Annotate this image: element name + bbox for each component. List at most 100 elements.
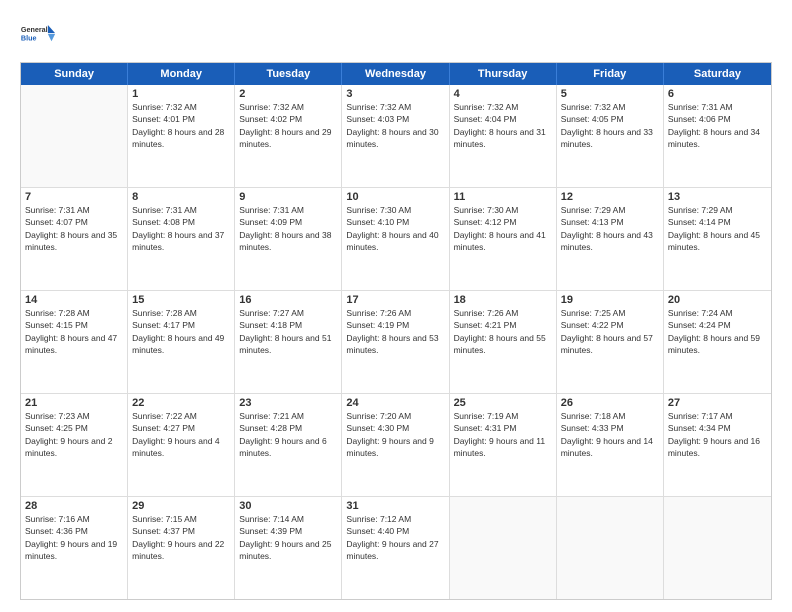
calendar-day-15: 15Sunrise: 7:28 AM Sunset: 4:17 PM Dayli… (128, 291, 235, 393)
sun-info: Sunrise: 7:22 AM Sunset: 4:27 PM Dayligh… (132, 410, 230, 459)
sun-info: Sunrise: 7:29 AM Sunset: 4:13 PM Dayligh… (561, 204, 659, 253)
sun-info: Sunrise: 7:26 AM Sunset: 4:21 PM Dayligh… (454, 307, 552, 356)
day-number: 31 (346, 500, 444, 512)
day-number: 5 (561, 88, 659, 100)
calendar-day-13: 13Sunrise: 7:29 AM Sunset: 4:14 PM Dayli… (664, 188, 771, 290)
sun-info: Sunrise: 7:31 AM Sunset: 4:06 PM Dayligh… (668, 101, 767, 150)
calendar-day-10: 10Sunrise: 7:30 AM Sunset: 4:10 PM Dayli… (342, 188, 449, 290)
sun-info: Sunrise: 7:21 AM Sunset: 4:28 PM Dayligh… (239, 410, 337, 459)
svg-text:Blue: Blue (21, 33, 37, 42)
day-number: 15 (132, 294, 230, 306)
calendar-row-1: 1Sunrise: 7:32 AM Sunset: 4:01 PM Daylig… (21, 85, 771, 187)
calendar-day-21: 21Sunrise: 7:23 AM Sunset: 4:25 PM Dayli… (21, 394, 128, 496)
calendar-day-28: 28Sunrise: 7:16 AM Sunset: 4:36 PM Dayli… (21, 497, 128, 599)
day-number: 19 (561, 294, 659, 306)
sun-info: Sunrise: 7:23 AM Sunset: 4:25 PM Dayligh… (25, 410, 123, 459)
weekday-header-tuesday: Tuesday (235, 63, 342, 85)
day-number: 16 (239, 294, 337, 306)
sun-info: Sunrise: 7:16 AM Sunset: 4:36 PM Dayligh… (25, 513, 123, 562)
calendar-empty-cell (450, 497, 557, 599)
sun-info: Sunrise: 7:20 AM Sunset: 4:30 PM Dayligh… (346, 410, 444, 459)
sun-info: Sunrise: 7:27 AM Sunset: 4:18 PM Dayligh… (239, 307, 337, 356)
calendar-empty-cell (664, 497, 771, 599)
calendar-day-2: 2Sunrise: 7:32 AM Sunset: 4:02 PM Daylig… (235, 85, 342, 187)
page: GeneralBlue SundayMondayTuesdayWednesday… (0, 0, 792, 612)
calendar-day-12: 12Sunrise: 7:29 AM Sunset: 4:13 PM Dayli… (557, 188, 664, 290)
day-number: 3 (346, 88, 444, 100)
sun-info: Sunrise: 7:24 AM Sunset: 4:24 PM Dayligh… (668, 307, 767, 356)
sun-info: Sunrise: 7:26 AM Sunset: 4:19 PM Dayligh… (346, 307, 444, 356)
sun-info: Sunrise: 7:32 AM Sunset: 4:03 PM Dayligh… (346, 101, 444, 150)
sun-info: Sunrise: 7:29 AM Sunset: 4:14 PM Dayligh… (668, 204, 767, 253)
weekday-header-friday: Friday (557, 63, 664, 85)
calendar-row-4: 21Sunrise: 7:23 AM Sunset: 4:25 PM Dayli… (21, 393, 771, 496)
calendar-header: SundayMondayTuesdayWednesdayThursdayFrid… (21, 63, 771, 85)
day-number: 25 (454, 397, 552, 409)
weekday-header-thursday: Thursday (450, 63, 557, 85)
calendar-day-7: 7Sunrise: 7:31 AM Sunset: 4:07 PM Daylig… (21, 188, 128, 290)
calendar-day-11: 11Sunrise: 7:30 AM Sunset: 4:12 PM Dayli… (450, 188, 557, 290)
svg-text:General: General (21, 25, 48, 34)
day-number: 9 (239, 191, 337, 203)
sun-info: Sunrise: 7:32 AM Sunset: 4:05 PM Dayligh… (561, 101, 659, 150)
day-number: 4 (454, 88, 552, 100)
calendar-row-2: 7Sunrise: 7:31 AM Sunset: 4:07 PM Daylig… (21, 187, 771, 290)
sun-info: Sunrise: 7:31 AM Sunset: 4:07 PM Dayligh… (25, 204, 123, 253)
calendar-day-4: 4Sunrise: 7:32 AM Sunset: 4:04 PM Daylig… (450, 85, 557, 187)
day-number: 20 (668, 294, 767, 306)
calendar-row-3: 14Sunrise: 7:28 AM Sunset: 4:15 PM Dayli… (21, 290, 771, 393)
calendar-day-26: 26Sunrise: 7:18 AM Sunset: 4:33 PM Dayli… (557, 394, 664, 496)
calendar-day-29: 29Sunrise: 7:15 AM Sunset: 4:37 PM Dayli… (128, 497, 235, 599)
calendar-day-30: 30Sunrise: 7:14 AM Sunset: 4:39 PM Dayli… (235, 497, 342, 599)
calendar-day-19: 19Sunrise: 7:25 AM Sunset: 4:22 PM Dayli… (557, 291, 664, 393)
weekday-header-wednesday: Wednesday (342, 63, 449, 85)
sun-info: Sunrise: 7:15 AM Sunset: 4:37 PM Dayligh… (132, 513, 230, 562)
day-number: 17 (346, 294, 444, 306)
calendar-empty-cell (21, 85, 128, 187)
day-number: 12 (561, 191, 659, 203)
day-number: 24 (346, 397, 444, 409)
calendar-day-27: 27Sunrise: 7:17 AM Sunset: 4:34 PM Dayli… (664, 394, 771, 496)
sun-info: Sunrise: 7:30 AM Sunset: 4:10 PM Dayligh… (346, 204, 444, 253)
day-number: 7 (25, 191, 123, 203)
calendar-day-31: 31Sunrise: 7:12 AM Sunset: 4:40 PM Dayli… (342, 497, 449, 599)
calendar-day-16: 16Sunrise: 7:27 AM Sunset: 4:18 PM Dayli… (235, 291, 342, 393)
day-number: 29 (132, 500, 230, 512)
calendar-day-5: 5Sunrise: 7:32 AM Sunset: 4:05 PM Daylig… (557, 85, 664, 187)
day-number: 26 (561, 397, 659, 409)
day-number: 23 (239, 397, 337, 409)
calendar-day-8: 8Sunrise: 7:31 AM Sunset: 4:08 PM Daylig… (128, 188, 235, 290)
day-number: 6 (668, 88, 767, 100)
weekday-header-monday: Monday (128, 63, 235, 85)
weekday-header-sunday: Sunday (21, 63, 128, 85)
calendar-day-24: 24Sunrise: 7:20 AM Sunset: 4:30 PM Dayli… (342, 394, 449, 496)
day-number: 2 (239, 88, 337, 100)
day-number: 1 (132, 88, 230, 100)
day-number: 8 (132, 191, 230, 203)
calendar-day-14: 14Sunrise: 7:28 AM Sunset: 4:15 PM Dayli… (21, 291, 128, 393)
calendar-body: 1Sunrise: 7:32 AM Sunset: 4:01 PM Daylig… (21, 85, 771, 599)
calendar-day-25: 25Sunrise: 7:19 AM Sunset: 4:31 PM Dayli… (450, 394, 557, 496)
sun-info: Sunrise: 7:18 AM Sunset: 4:33 PM Dayligh… (561, 410, 659, 459)
day-number: 11 (454, 191, 552, 203)
day-number: 28 (25, 500, 123, 512)
sun-info: Sunrise: 7:32 AM Sunset: 4:04 PM Dayligh… (454, 101, 552, 150)
calendar-day-6: 6Sunrise: 7:31 AM Sunset: 4:06 PM Daylig… (664, 85, 771, 187)
calendar-empty-cell (557, 497, 664, 599)
sun-info: Sunrise: 7:17 AM Sunset: 4:34 PM Dayligh… (668, 410, 767, 459)
calendar-day-1: 1Sunrise: 7:32 AM Sunset: 4:01 PM Daylig… (128, 85, 235, 187)
day-number: 18 (454, 294, 552, 306)
day-number: 27 (668, 397, 767, 409)
weekday-header-saturday: Saturday (664, 63, 771, 85)
day-number: 22 (132, 397, 230, 409)
sun-info: Sunrise: 7:19 AM Sunset: 4:31 PM Dayligh… (454, 410, 552, 459)
calendar-row-5: 28Sunrise: 7:16 AM Sunset: 4:36 PM Dayli… (21, 496, 771, 599)
calendar-day-20: 20Sunrise: 7:24 AM Sunset: 4:24 PM Dayli… (664, 291, 771, 393)
day-number: 10 (346, 191, 444, 203)
calendar-day-22: 22Sunrise: 7:22 AM Sunset: 4:27 PM Dayli… (128, 394, 235, 496)
calendar-day-9: 9Sunrise: 7:31 AM Sunset: 4:09 PM Daylig… (235, 188, 342, 290)
calendar-day-3: 3Sunrise: 7:32 AM Sunset: 4:03 PM Daylig… (342, 85, 449, 187)
calendar-day-23: 23Sunrise: 7:21 AM Sunset: 4:28 PM Dayli… (235, 394, 342, 496)
calendar-day-17: 17Sunrise: 7:26 AM Sunset: 4:19 PM Dayli… (342, 291, 449, 393)
calendar-day-18: 18Sunrise: 7:26 AM Sunset: 4:21 PM Dayli… (450, 291, 557, 393)
